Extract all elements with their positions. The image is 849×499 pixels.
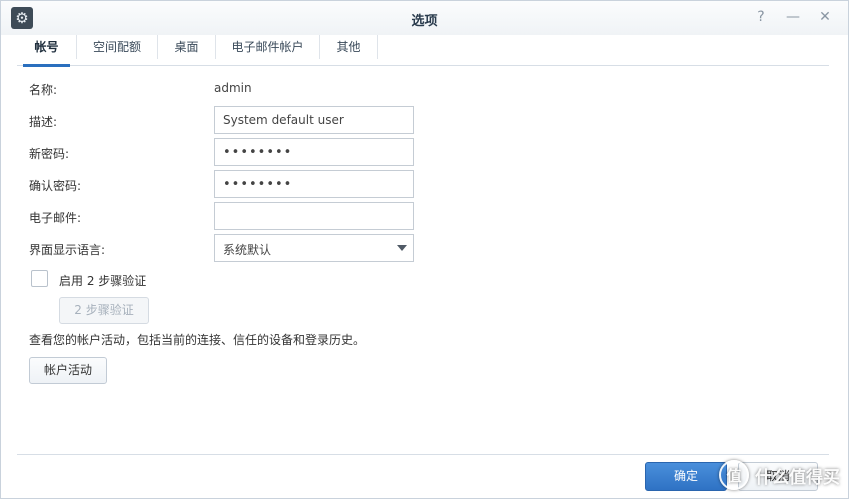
language-label: 界面显示语言: (29, 243, 106, 257)
two-step-checkbox-label: 启用 2 步骤验证 (59, 274, 147, 288)
email-field[interactable] (214, 202, 414, 230)
tab-quota[interactable]: 空间配额 (77, 35, 157, 66)
confirm-password-field[interactable] (214, 170, 414, 198)
window-title: 选项 (411, 14, 438, 29)
title-bar: ⚙ 选项 ? — ✕ (1, 1, 848, 35)
watermark-text: 什么值得买 (755, 467, 840, 488)
two-step-verify-button[interactable]: 2 步骤验证 (59, 297, 149, 324)
description-label: 描述: (29, 115, 58, 129)
account-activity-description: 查看您的帐户活动，包括当前的连接、信任的设备和登录历史。 (29, 333, 366, 347)
watermark: 值 什么值得买 (719, 459, 840, 491)
name-label: 名称: (29, 83, 58, 97)
name-value: admin (214, 81, 252, 95)
description-input[interactable] (214, 106, 414, 134)
new-password-label: 新密码: (29, 147, 70, 161)
tab-account[interactable]: 帐号 (17, 35, 76, 67)
options-window: ⚙ 选项 ? — ✕ 帐号 空间配额 桌面 电子邮件帐户 其他 名称: admi… (0, 0, 849, 499)
confirm-password-label: 确认密码: (29, 179, 82, 193)
help-button[interactable]: ? (751, 7, 771, 27)
account-activity-button[interactable]: 帐户活动 (29, 357, 107, 384)
two-step-checkbox[interactable] (31, 270, 48, 287)
tab-other[interactable]: 其他 (320, 35, 377, 66)
close-button[interactable]: ✕ (815, 7, 835, 27)
tab-divider (377, 35, 378, 59)
tab-desktop[interactable]: 桌面 (158, 35, 215, 66)
email-label: 电子邮件: (29, 211, 82, 225)
tab-email-account[interactable]: 电子邮件帐户 (216, 35, 319, 66)
new-password-field[interactable] (214, 138, 414, 166)
watermark-logo-icon: 值 (719, 460, 749, 490)
language-select-value: 系统默认 (223, 243, 272, 257)
ok-button[interactable]: 确定 (645, 462, 727, 491)
minimize-button[interactable]: — (783, 7, 803, 27)
tab-bar: 帐号 空间配额 桌面 电子邮件帐户 其他 (17, 35, 829, 67)
footer-divider (17, 454, 829, 455)
dropdown-arrow-icon (397, 245, 407, 251)
language-select[interactable]: 系统默认 (214, 234, 414, 262)
